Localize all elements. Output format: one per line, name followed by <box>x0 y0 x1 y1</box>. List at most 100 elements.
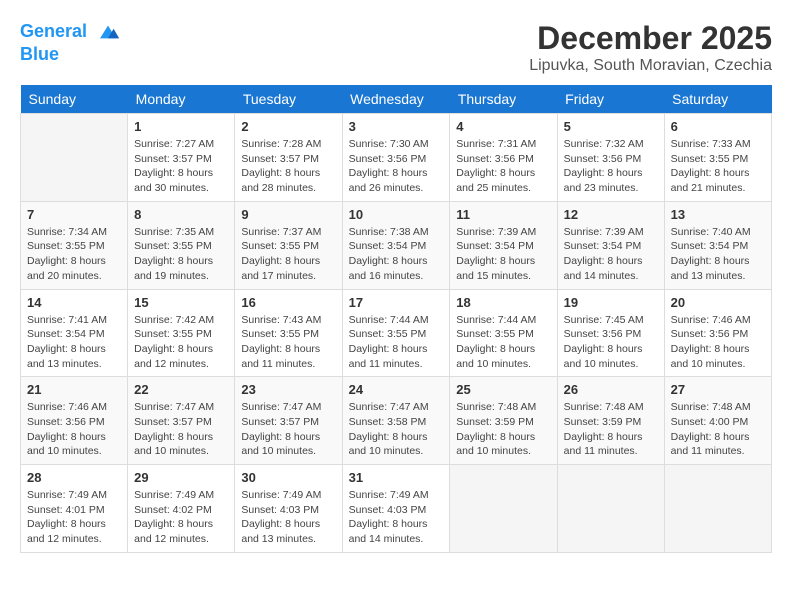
day-info: Sunrise: 7:45 AMSunset: 3:56 PMDaylight:… <box>564 313 658 372</box>
day-number: 8 <box>134 207 228 222</box>
day-number: 31 <box>349 470 444 485</box>
calendar-cell: 1 Sunrise: 7:27 AMSunset: 3:57 PMDaylight… <box>128 114 235 202</box>
page-header: General Blue December 2025 Lipuvka, Sout… <box>20 20 772 75</box>
day-info: Sunrise: 7:34 AMSunset: 3:55 PMDaylight:… <box>27 225 121 284</box>
location: Lipuvka, South Moravian, Czechia <box>529 57 772 75</box>
day-info: Sunrise: 7:32 AMSunset: 3:56 PMDaylight:… <box>564 137 658 196</box>
calendar-cell: 9 Sunrise: 7:37 AMSunset: 3:55 PMDaylight… <box>235 201 342 289</box>
day-number: 7 <box>27 207 121 222</box>
calendar-cell: 27 Sunrise: 7:48 AMSunset: 4:00 PMDayligh… <box>664 377 771 465</box>
calendar-cell: 17 Sunrise: 7:44 AMSunset: 3:55 PMDayligh… <box>342 289 450 377</box>
day-number: 11 <box>456 207 550 222</box>
day-info: Sunrise: 7:37 AMSunset: 3:55 PMDaylight:… <box>241 225 335 284</box>
calendar-cell: 3Sunrise: 7:30 AMSunset: 3:56 PMDaylight… <box>342 114 450 202</box>
logo-line2: Blue <box>20 44 59 64</box>
day-number: 5 <box>564 119 658 134</box>
day-number: 2 <box>241 119 335 134</box>
month-title: December 2025 <box>529 20 772 57</box>
day-number: 20 <box>671 295 765 310</box>
calendar-cell <box>557 465 664 553</box>
day-number: 12 <box>564 207 658 222</box>
calendar-cell: 10Sunrise: 7:38 AMSunset: 3:54 PMDayligh… <box>342 201 450 289</box>
day-info: Sunrise: 7:43 AMSunset: 3:55 PMDaylight:… <box>241 313 335 372</box>
calendar-cell: 19 Sunrise: 7:45 AMSunset: 3:56 PMDayligh… <box>557 289 664 377</box>
column-header-monday: Monday <box>128 85 235 114</box>
calendar-cell: 15Sunrise: 7:42 AMSunset: 3:55 PMDayligh… <box>128 289 235 377</box>
day-info: Sunrise: 7:40 AMSunset: 3:54 PMDaylight:… <box>671 225 765 284</box>
day-info: Sunrise: 7:47 AMSunset: 3:57 PMDaylight:… <box>241 400 335 459</box>
day-info: Sunrise: 7:48 AMSunset: 3:59 PMDaylight:… <box>456 400 550 459</box>
day-number: 23 <box>241 382 335 397</box>
calendar-cell: 29 Sunrise: 7:49 AMSunset: 4:02 PMDayligh… <box>128 465 235 553</box>
day-info: Sunrise: 7:35 AMSunset: 3:55 PMDaylight:… <box>134 225 228 284</box>
day-number: 14 <box>27 295 121 310</box>
day-info: Sunrise: 7:33 AMSunset: 3:55 PMDaylight:… <box>671 137 765 196</box>
column-header-sunday: Sunday <box>21 85 128 114</box>
calendar-cell <box>450 465 557 553</box>
logo-text: General Blue <box>20 20 120 66</box>
calendar-cell: 12 Sunrise: 7:39 AMSunset: 3:54 PMDayligh… <box>557 201 664 289</box>
day-info: Sunrise: 7:46 AMSunset: 3:56 PMDaylight:… <box>27 400 121 459</box>
day-info: Sunrise: 7:39 AMSunset: 3:54 PMDaylight:… <box>564 225 658 284</box>
day-info: Sunrise: 7:46 AMSunset: 3:56 PMDaylight:… <box>671 313 765 372</box>
day-number: 10 <box>349 207 444 222</box>
calendar-cell: 16 Sunrise: 7:43 AMSunset: 3:55 PMDayligh… <box>235 289 342 377</box>
day-number: 16 <box>241 295 335 310</box>
calendar-cell <box>21 114 128 202</box>
day-number: 4 <box>456 119 550 134</box>
day-number: 13 <box>671 207 765 222</box>
day-info: Sunrise: 7:49 AMSunset: 4:03 PMDaylight:… <box>241 488 335 547</box>
day-info: Sunrise: 7:44 AMSunset: 3:55 PMDaylight:… <box>456 313 550 372</box>
calendar-header-row: SundayMondayTuesdayWednesdayThursdayFrid… <box>21 85 772 114</box>
logo-icon <box>96 20 120 44</box>
calendar-cell: 4 Sunrise: 7:31 AMSunset: 3:56 PMDaylight… <box>450 114 557 202</box>
day-number: 30 <box>241 470 335 485</box>
calendar-cell: 7 Sunrise: 7:34 AMSunset: 3:55 PMDaylight… <box>21 201 128 289</box>
day-number: 9 <box>241 207 335 222</box>
calendar-cell: 21 Sunrise: 7:46 AMSunset: 3:56 PMDayligh… <box>21 377 128 465</box>
day-number: 26 <box>564 382 658 397</box>
day-info: Sunrise: 7:47 AMSunset: 3:57 PMDaylight:… <box>134 400 228 459</box>
day-info: Sunrise: 7:49 AMSunset: 4:03 PMDaylight:… <box>349 488 444 547</box>
day-number: 1 <box>134 119 228 134</box>
day-info: Sunrise: 7:41 AMSunset: 3:54 PMDaylight:… <box>27 313 121 372</box>
title-block: December 2025 Lipuvka, South Moravian, C… <box>529 20 772 75</box>
calendar-cell: 22Sunrise: 7:47 AMSunset: 3:57 PMDayligh… <box>128 377 235 465</box>
day-info: Sunrise: 7:39 AMSunset: 3:54 PMDaylight:… <box>456 225 550 284</box>
day-number: 21 <box>27 382 121 397</box>
calendar-week-row: 14 Sunrise: 7:41 AMSunset: 3:54 PMDayligh… <box>21 289 772 377</box>
column-header-wednesday: Wednesday <box>342 85 450 114</box>
logo: General Blue <box>20 20 120 66</box>
calendar-cell: 26Sunrise: 7:48 AMSunset: 3:59 PMDayligh… <box>557 377 664 465</box>
logo-line1: General <box>20 21 87 41</box>
calendar-cell: 5 Sunrise: 7:32 AMSunset: 3:56 PMDaylight… <box>557 114 664 202</box>
day-info: Sunrise: 7:49 AMSunset: 4:02 PMDaylight:… <box>134 488 228 547</box>
calendar-cell: 13 Sunrise: 7:40 AMSunset: 3:54 PMDayligh… <box>664 201 771 289</box>
day-number: 18 <box>456 295 550 310</box>
day-info: Sunrise: 7:31 AMSunset: 3:56 PMDaylight:… <box>456 137 550 196</box>
calendar-cell: 23 Sunrise: 7:47 AMSunset: 3:57 PMDayligh… <box>235 377 342 465</box>
calendar-cell: 8 Sunrise: 7:35 AMSunset: 3:55 PMDaylight… <box>128 201 235 289</box>
calendar-cell: 11 Sunrise: 7:39 AMSunset: 3:54 PMDayligh… <box>450 201 557 289</box>
column-header-thursday: Thursday <box>450 85 557 114</box>
column-header-friday: Friday <box>557 85 664 114</box>
calendar-week-row: 28Sunrise: 7:49 AMSunset: 4:01 PMDayligh… <box>21 465 772 553</box>
day-info: Sunrise: 7:44 AMSunset: 3:55 PMDaylight:… <box>349 313 444 372</box>
calendar-cell: 14 Sunrise: 7:41 AMSunset: 3:54 PMDayligh… <box>21 289 128 377</box>
calendar-cell: 20 Sunrise: 7:46 AMSunset: 3:56 PMDayligh… <box>664 289 771 377</box>
day-number: 3 <box>349 119 444 134</box>
calendar-cell: 25Sunrise: 7:48 AMSunset: 3:59 PMDayligh… <box>450 377 557 465</box>
day-number: 17 <box>349 295 444 310</box>
day-info: Sunrise: 7:49 AMSunset: 4:01 PMDaylight:… <box>27 488 121 547</box>
column-header-saturday: Saturday <box>664 85 771 114</box>
day-number: 15 <box>134 295 228 310</box>
column-header-tuesday: Tuesday <box>235 85 342 114</box>
day-number: 29 <box>134 470 228 485</box>
calendar-table: SundayMondayTuesdayWednesdayThursdayFrid… <box>20 85 772 553</box>
calendar-cell: 24Sunrise: 7:47 AMSunset: 3:58 PMDayligh… <box>342 377 450 465</box>
day-number: 19 <box>564 295 658 310</box>
day-number: 27 <box>671 382 765 397</box>
day-info: Sunrise: 7:27 AMSunset: 3:57 PMDaylight:… <box>134 137 228 196</box>
calendar-cell: 2Sunrise: 7:28 AMSunset: 3:57 PMDaylight… <box>235 114 342 202</box>
day-info: Sunrise: 7:48 AMSunset: 4:00 PMDaylight:… <box>671 400 765 459</box>
